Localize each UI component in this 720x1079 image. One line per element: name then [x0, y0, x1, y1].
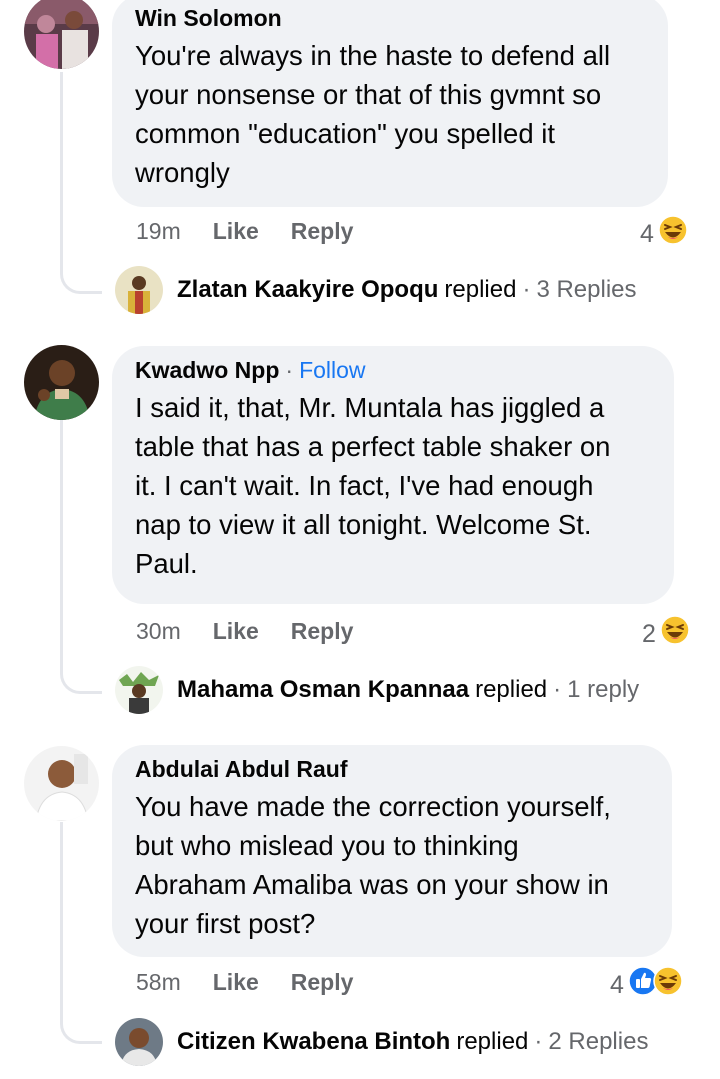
comment-text-line: Paul. [135, 548, 198, 579]
reply-count: 2 Replies [548, 1028, 649, 1055]
replied-label: replied [444, 276, 517, 303]
reaction-count: 4 [610, 970, 624, 999]
separator-dot: · [522, 276, 531, 303]
comment-text-line: your first post? [135, 908, 316, 939]
comment-bubble: Kwadwo Npp · Follow I said it, that, Mr. M… [112, 346, 674, 604]
comment-text: You're always in the haste to defend all… [135, 36, 644, 192]
comment-text-line: table that has a perfect table shaker on [135, 431, 611, 462]
comment-timestamp[interactable]: 58m [136, 967, 181, 997]
comment-text-line: Abraham Amaliba was on your show in [135, 869, 609, 900]
separator-dot: · [534, 1028, 543, 1055]
haha-emoji-icon [658, 215, 688, 252]
comment-timestamp[interactable]: 19m [136, 216, 181, 246]
avatar[interactable] [24, 0, 99, 69]
comment-text: You have made the correction yourself, b… [135, 787, 648, 943]
comment-text-line: nap to view it all tonight. Welcome St. [135, 509, 592, 540]
haha-emoji-icon [653, 966, 683, 1003]
like-button[interactable]: Like [213, 616, 259, 646]
reply-button[interactable]: Reply [291, 216, 354, 246]
comment-text-line: it. I can't wait. In fact, I've had enou… [135, 470, 594, 501]
avatar[interactable] [24, 746, 99, 821]
comment-list: Win Solomon You're always in the haste t… [0, 0, 720, 1079]
replied-label: replied [475, 676, 548, 703]
reply-count: 3 Replies [536, 276, 637, 303]
replier-name: Mahama Osman Kpannaa [177, 676, 470, 703]
comment-text-line: your nonsense or that of this gvmnt so [135, 79, 602, 110]
thread-connector-line [60, 822, 102, 1044]
comment-text-line: I said it, that, Mr. Muntala has jiggled… [135, 392, 605, 423]
reaction-summary[interactable]: 4 [640, 215, 688, 252]
reaction-count: 4 [640, 219, 654, 248]
replies-summary[interactable]: Mahama Osman Kpannaa replied · 1 reply [115, 666, 639, 714]
comment-text: I said it, that, Mr. Muntala has jiggled… [135, 388, 650, 583]
like-button[interactable]: Like [213, 967, 259, 997]
comment-text-line: but who mislead you to thinking [135, 830, 519, 861]
comment-actions: 19m Like Reply [136, 216, 385, 246]
thread-connector-line [60, 420, 102, 694]
reaction-count: 2 [642, 619, 656, 648]
comment-bubble: Abdulai Abdul Rauf You have made the cor… [112, 745, 672, 957]
replier-avatar [115, 266, 163, 314]
comment-text-line: wrongly [135, 157, 230, 188]
separator-dot: · [553, 676, 562, 703]
like-button[interactable]: Like [213, 216, 259, 246]
replier-avatar [115, 1018, 163, 1066]
comment-author[interactable]: Kwadwo Npp [135, 357, 279, 383]
comment-bubble: Win Solomon You're always in the haste t… [112, 0, 668, 207]
thread-connector-line [60, 72, 102, 294]
comment-actions: 58m Like Reply [136, 967, 385, 997]
reply-count: 1 reply [567, 676, 640, 703]
comment-author[interactable]: Abdulai Abdul Rauf [135, 756, 348, 782]
follow-button[interactable]: Follow [299, 357, 365, 383]
replies-summary[interactable]: Citizen Kwabena Bintoh replied · 2 Repli… [115, 1018, 648, 1066]
comment-author[interactable]: Win Solomon [135, 5, 282, 31]
reaction-summary[interactable]: 2 [642, 615, 690, 652]
comment-text-line: common "education" you spelled it [135, 118, 556, 149]
comment-text-line: You have made the correction yourself, [135, 791, 611, 822]
reply-button[interactable]: Reply [291, 616, 354, 646]
comment-timestamp[interactable]: 30m [136, 616, 181, 646]
reaction-summary[interactable]: 4 [610, 966, 683, 1003]
comment-actions: 30m Like Reply [136, 616, 385, 646]
haha-emoji-icon [660, 615, 690, 652]
replier-name: Citizen Kwabena Bintoh [177, 1028, 451, 1055]
replier-avatar [115, 666, 163, 714]
replies-summary[interactable]: Zlatan Kaakyire Opoqu replied · 3 Replie… [115, 266, 637, 314]
comment-text-line: You're always in the haste to defend all [135, 40, 611, 71]
replied-label: replied [456, 1028, 529, 1055]
avatar[interactable] [24, 345, 99, 420]
reply-button[interactable]: Reply [291, 967, 354, 997]
separator-dot: · [285, 357, 294, 383]
replier-name: Zlatan Kaakyire Opoqu [177, 276, 439, 303]
